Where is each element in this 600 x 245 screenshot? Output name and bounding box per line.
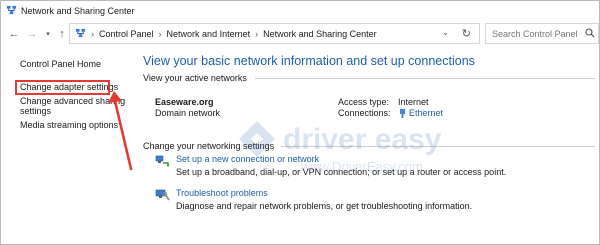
address-bar[interactable]: › Control Panel › Network and Internet ›… <box>69 23 480 44</box>
back-arrow-icon[interactable]: ← <box>7 26 21 41</box>
new-connection-icon <box>155 155 170 167</box>
refresh-icon[interactable]: ↻ <box>462 27 471 40</box>
chevron-right-icon: › <box>91 28 94 39</box>
adapter-settings-highlight-box <box>15 80 110 95</box>
page-title: View your basic network information and … <box>143 54 475 68</box>
forward-arrow-icon[interactable]: → <box>25 26 39 41</box>
connections-label: Connections: <box>338 108 391 118</box>
up-arrow-icon[interactable]: ↑ <box>55 26 69 41</box>
recent-locations-chevron-icon[interactable]: ▾ <box>41 26 55 41</box>
ethernet-link[interactable]: Ethernet <box>409 108 443 118</box>
control-panel-home-link[interactable]: Control Panel Home <box>20 59 101 70</box>
address-row: ← → ▾ ↑ › Control Panel › Network and In… <box>1 23 599 45</box>
networking-settings-heading: Change your networking settings <box>143 141 275 151</box>
breadcrumb-network-and-internet[interactable]: Network and Internet <box>167 29 251 39</box>
ethernet-icon <box>400 109 405 118</box>
section-divider <box>255 78 595 79</box>
network-type: Domain network <box>155 108 221 118</box>
control-panel-icon <box>75 28 86 38</box>
title-bar: Network and Sharing Center <box>1 1 599 20</box>
troubleshoot-problems-link[interactable]: Troubleshoot problems <box>176 188 268 198</box>
breadcrumb-network-sharing-center[interactable]: Network and Sharing Center <box>263 29 377 39</box>
address-dropdown-icon[interactable]: ⌄ <box>442 28 449 37</box>
window-title: Network and Sharing Center <box>21 5 135 16</box>
troubleshoot-description: Diagnose and repair network problems, or… <box>176 201 473 211</box>
change-advanced-sharing-link-line2[interactable]: settings <box>20 106 51 117</box>
breadcrumb-control-panel[interactable]: Control Panel <box>99 29 154 39</box>
setup-connection-description: Set up a broadband, dial-up, or VPN conn… <box>176 167 507 177</box>
search-icon[interactable] <box>585 28 595 38</box>
window: Network and Sharing Center ← → ▾ ↑ › Con… <box>0 0 600 245</box>
left-navigation: Control Panel Home Change adapter settin… <box>1 49 136 244</box>
setup-connection-link[interactable]: Set up a new connection or network <box>176 154 319 164</box>
access-type-value: Internet <box>398 97 429 107</box>
svg-text:driver easy: driver easy <box>283 123 442 156</box>
network-center-icon <box>6 5 17 15</box>
search-input[interactable] <box>485 23 599 44</box>
chevron-right-icon: › <box>255 28 259 39</box>
chevron-right-icon: › <box>158 28 162 39</box>
media-streaming-options-link[interactable]: Media streaming options <box>20 120 118 131</box>
troubleshoot-icon <box>155 189 170 201</box>
network-name: Easeware.org <box>155 97 214 107</box>
section-divider <box>281 146 595 147</box>
active-networks-heading: View your active networks <box>143 73 247 83</box>
access-type-label: Access type: <box>338 97 390 107</box>
